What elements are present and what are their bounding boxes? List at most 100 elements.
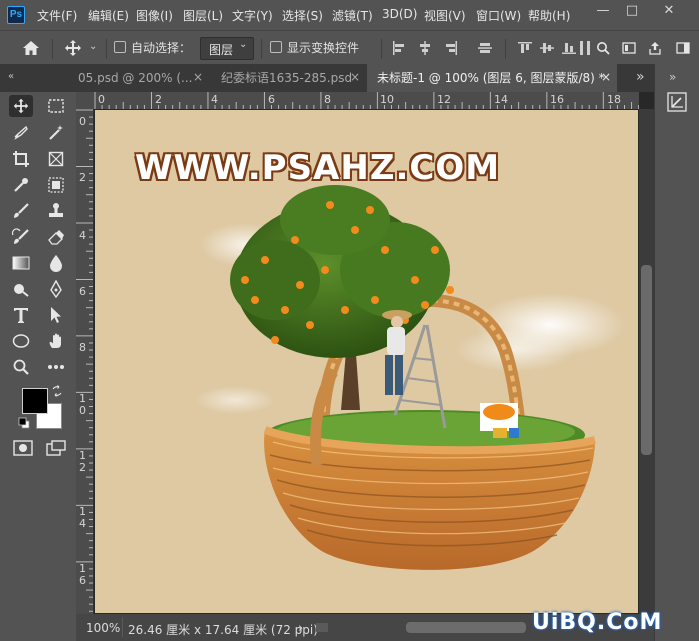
lasso-icon[interactable] [9,122,33,144]
brush-icon[interactable] [9,200,33,222]
align-middle-icon[interactable] [540,41,554,55]
align-right-icon[interactable] [444,41,458,55]
photoshop-logo-icon: Ps [7,6,25,24]
status-menu-arrow[interactable]: › [298,621,303,636]
tab-close-button[interactable]: × [601,70,611,84]
ellipse-icon[interactable] [9,330,33,352]
ruler-label: 4 [79,229,86,242]
clone-stamp-icon[interactable] [44,200,68,222]
tab-bar-collapse-icon[interactable]: « [8,71,14,82]
foreground-color-swatch[interactable] [22,388,48,414]
pen-icon[interactable] [44,278,68,300]
tab-close-button[interactable]: × [193,70,203,84]
layer-select-dropdown[interactable]: 图层 ⌄ [200,37,254,60]
canvas-headline-text: WWW.PSAHZ.COM [134,147,501,189]
default-colors-icon[interactable] [18,417,30,429]
maximize-button[interactable]: □ [617,0,647,22]
ruler-label: 6 [268,93,275,106]
ruler-label: 1 0 [79,392,86,417]
tab-close-button[interactable]: × [350,70,360,84]
ruler-label: 2 [155,93,162,106]
tab-label: 纪委标语1635-285.psd [221,71,353,85]
move-tool-icon[interactable] [9,95,33,117]
panel-expand-button[interactable]: » [669,70,676,84]
options-bar: ⌄ 自动选择： 图层 ⌄ 显示变换控件 [0,30,699,65]
menu-file[interactable]: 文件(F) [37,7,77,24]
layer-select-value: 图层 [209,43,234,57]
align-bottom-icon[interactable] [562,41,576,55]
distribute-vertical-icon[interactable] [578,41,592,55]
path-select-icon[interactable] [44,304,68,326]
tab-label: 05.psd @ 200% (... [78,71,193,85]
zoom-level[interactable]: 100% [86,621,120,635]
history-brush-icon[interactable] [9,226,33,248]
more-icon[interactable] [44,356,68,378]
type-icon[interactable] [9,304,33,326]
quick-mask-icon[interactable] [13,440,33,456]
share-icon[interactable] [648,41,662,55]
chevron-down-icon: ⌄ [239,39,248,50]
blur-icon[interactable] [44,252,68,274]
show-transform-checkbox[interactable] [270,41,282,53]
right-panel-dock: » [654,64,699,641]
minimize-button[interactable]: — [588,0,618,22]
home-icon[interactable] [22,40,40,56]
swap-colors-icon[interactable] [51,385,63,397]
menu-type[interactable]: 文字(Y) [232,7,273,24]
tab-untitled-1[interactable]: 未标题-1 @ 100% (图层 6, 图层蒙版/8) * [367,64,617,92]
ruler-label: 1 2 [79,449,86,474]
screen-mode-icon[interactable] [46,440,66,456]
frame-icon[interactable] [44,148,68,170]
menu-image[interactable]: 图像(I) [136,7,173,24]
menu-help[interactable]: 帮助(H) [528,7,570,24]
rect-marquee-icon[interactable] [44,95,68,117]
horizontal-ruler[interactable]: 0 2 4 6 8 10 12 14 16 18 [94,92,639,110]
menu-3d[interactable]: 3D(D) [382,7,417,21]
dodge-icon[interactable] [9,278,33,300]
menu-filter[interactable]: 滤镜(T) [332,7,373,24]
document-tab-bar: « 05.psd @ 200% (... × 纪委标语1635-285.psd … [0,64,660,92]
gradient-icon[interactable] [9,252,33,274]
menu-view[interactable]: 视图(V) [424,7,466,24]
ruler-label: 1 4 [79,505,86,530]
menu-layer[interactable]: 图层(L) [183,7,223,24]
align-left-icon[interactable] [392,41,406,55]
ruler-label: 16 [550,93,564,106]
document-canvas[interactable]: WWW.PSAHZ.COM [95,110,638,613]
healing-icon[interactable] [44,174,68,196]
menu-select[interactable]: 选择(S) [282,7,323,24]
show-transform-label: 显示变换控件 [287,41,360,55]
zoom-icon[interactable] [9,356,33,378]
hand-icon[interactable] [44,330,68,352]
eyedropper-icon[interactable] [9,174,33,196]
ruler-label: 0 [98,93,105,106]
auto-select-checkbox[interactable] [114,41,126,53]
ruler-label: 0 [79,115,86,128]
ruler-label: 12 [437,93,451,106]
align-center-icon[interactable] [418,41,432,55]
properties-panel-icon[interactable] [667,92,687,112]
search-icon[interactable] [596,41,610,55]
watermark-text: UiBQ.CoM [532,610,663,635]
close-window-button[interactable]: ✕ [649,0,689,22]
magic-wand-icon[interactable] [44,122,68,144]
vertical-ruler[interactable]: 0 2 4 6 8 1 0 1 2 1 4 1 6 [76,109,94,614]
chevron-down-icon[interactable]: ⌄ [89,41,97,52]
menu-window[interactable]: 窗口(W) [476,7,521,24]
ruler-label: 2 [79,171,86,184]
align-top-icon[interactable] [518,41,532,55]
crop-icon[interactable] [9,148,33,170]
tab-overflow-button[interactable]: » [636,69,645,85]
scroll-left-button[interactable] [316,623,328,632]
menu-edit[interactable]: 编辑(E) [88,7,129,24]
ruler-label: 4 [211,93,218,106]
vertical-scroll-thumb[interactable] [641,265,652,455]
eraser-icon[interactable] [44,226,68,248]
panel-toggle-icon[interactable] [676,41,690,55]
distribute-horizontal-icon[interactable] [478,41,492,55]
move-tool-preset-icon[interactable] [63,39,83,57]
ruler-label: 18 [607,93,621,106]
workspace-icon[interactable] [622,41,636,55]
horizontal-scroll-thumb[interactable] [406,622,526,633]
ruler-label: 1 6 [79,562,86,587]
